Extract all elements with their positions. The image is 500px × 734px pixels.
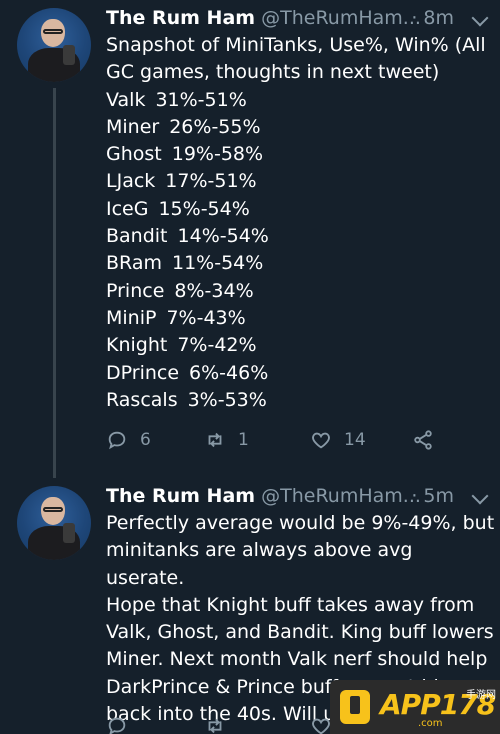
- stat-row: BRam 11%-54%: [106, 250, 496, 277]
- stat-values: 11%-54%: [171, 252, 264, 275]
- watermark-domain: .com: [418, 718, 443, 729]
- tweet-line: minitanks are always above avg userate.: [106, 539, 413, 589]
- stat-values: 15%-54%: [158, 197, 250, 220]
- like-button[interactable]: 14: [310, 428, 366, 452]
- retweet-button[interactable]: [204, 714, 226, 734]
- tweet-header: The Rum Ham @TheRumHam... · 8m: [106, 4, 494, 32]
- stat-row: Miner 26%-55%: [106, 114, 496, 141]
- reply-icon: [108, 431, 126, 450]
- stat-values: 19%-58%: [171, 143, 264, 166]
- author-name[interactable]: The Rum Ham: [106, 485, 255, 507]
- stat-card-name: DPrince: [106, 361, 180, 384]
- stat-card-name: IceG: [106, 197, 149, 220]
- stat-values: 6%-46%: [189, 361, 269, 384]
- retweet-icon: [208, 432, 222, 448]
- avatar[interactable]: [17, 8, 91, 82]
- tweet-time[interactable]: · 5m: [411, 482, 454, 510]
- tweet-intro-text: Snapshot of MiniTanks, Use%, Win% (All G…: [106, 34, 486, 84]
- watermark-brand-suffix: 手游网: [466, 690, 496, 701]
- tweet-text: Snapshot of MiniTanks, Use%, Win% (All G…: [106, 32, 496, 414]
- stat-row: DPrince 6%-46%: [106, 360, 496, 387]
- reply-count: 6: [140, 430, 151, 450]
- like-button[interactable]: [310, 714, 332, 734]
- like-count: 14: [344, 430, 366, 450]
- stat-row: LJack 17%-51%: [106, 168, 496, 195]
- stat-values: 8%-34%: [174, 279, 254, 302]
- share-button[interactable]: [412, 428, 434, 452]
- stat-row: Bandit 14%-54%: [106, 223, 496, 250]
- reply-button[interactable]: [106, 714, 128, 734]
- author-handle[interactable]: @TheRumHam...: [261, 7, 421, 29]
- stat-row: IceG 15%-54%: [106, 196, 496, 223]
- tweet-line: Miner. Next month Valk nerf should help: [106, 648, 488, 671]
- like-icon: [312, 718, 330, 734]
- stat-values: 7%-43%: [166, 306, 246, 329]
- phone-logo-icon: [340, 690, 370, 724]
- tweet-time[interactable]: · 8m: [411, 4, 454, 32]
- tweet[interactable]: The Rum Ham @TheRumHam... · 8m Snapshot …: [0, 0, 500, 478]
- stat-row: Prince 8%-34%: [106, 278, 496, 305]
- reply-button[interactable]: 6: [106, 428, 151, 452]
- like-icon: [312, 432, 330, 449]
- tweet-line: Valk, Ghost, and Bandit. King buff lower…: [106, 621, 494, 644]
- tweet-line: Perfectly average would be 9%-49%, but: [106, 512, 495, 534]
- stat-values: 3%-53%: [187, 388, 267, 411]
- stats-list: Valk 31%-51% Miner 26%-55% Ghost 19%-58% LJack…: [106, 87, 496, 415]
- stat-values: 7%-42%: [177, 334, 257, 357]
- chevron-down-icon[interactable]: [471, 487, 489, 505]
- stat-values: 26%-55%: [169, 115, 261, 138]
- stat-card-name: Valk: [106, 88, 146, 111]
- tweet-line: Hope that Knight buff takes away from: [106, 593, 475, 616]
- stat-row: Ghost 19%-58%: [106, 141, 496, 168]
- stat-card-name: MiniP: [106, 306, 157, 329]
- stat-row: Knight 7%-42%: [106, 332, 496, 359]
- retweet-count: 1: [238, 430, 249, 450]
- author-handle[interactable]: @TheRumHam...: [261, 485, 421, 507]
- stat-card-name: Ghost: [106, 143, 162, 166]
- stat-values: 14%-54%: [177, 225, 269, 248]
- timeline: The Rum Ham @TheRumHam... · 8m Snapshot …: [0, 0, 500, 734]
- avatar[interactable]: [17, 486, 91, 560]
- stat-card-name: Miner: [106, 115, 160, 138]
- retweet-button[interactable]: 1: [204, 428, 249, 452]
- stat-card-name: Rascals: [106, 388, 178, 411]
- stat-card-name: LJack: [106, 170, 156, 193]
- stat-card-name: Bandit: [106, 225, 168, 248]
- stat-values: 31%-51%: [155, 88, 247, 111]
- stat-row: Rascals 3%-53%: [106, 387, 496, 414]
- stat-row: MiniP 7%-43%: [106, 305, 496, 332]
- author-name[interactable]: The Rum Ham: [106, 7, 255, 29]
- stat-card-name: Knight: [106, 334, 168, 357]
- share-icon: [414, 430, 432, 450]
- tweet-header: The Rum Ham @TheRumHam... · 5m: [106, 482, 494, 510]
- watermark-logo: APP178 手游网 .com: [330, 680, 500, 734]
- stat-card-name: BRam: [106, 252, 162, 275]
- stat-row: Valk 31%-51%: [106, 87, 496, 114]
- chevron-down-icon[interactable]: [471, 9, 489, 27]
- stat-card-name: Prince: [106, 279, 165, 302]
- stat-values: 17%-51%: [165, 170, 257, 193]
- retweet-icon: [208, 718, 222, 734]
- reply-icon: [108, 717, 126, 734]
- tweet-actions: 6 1 14: [106, 428, 496, 452]
